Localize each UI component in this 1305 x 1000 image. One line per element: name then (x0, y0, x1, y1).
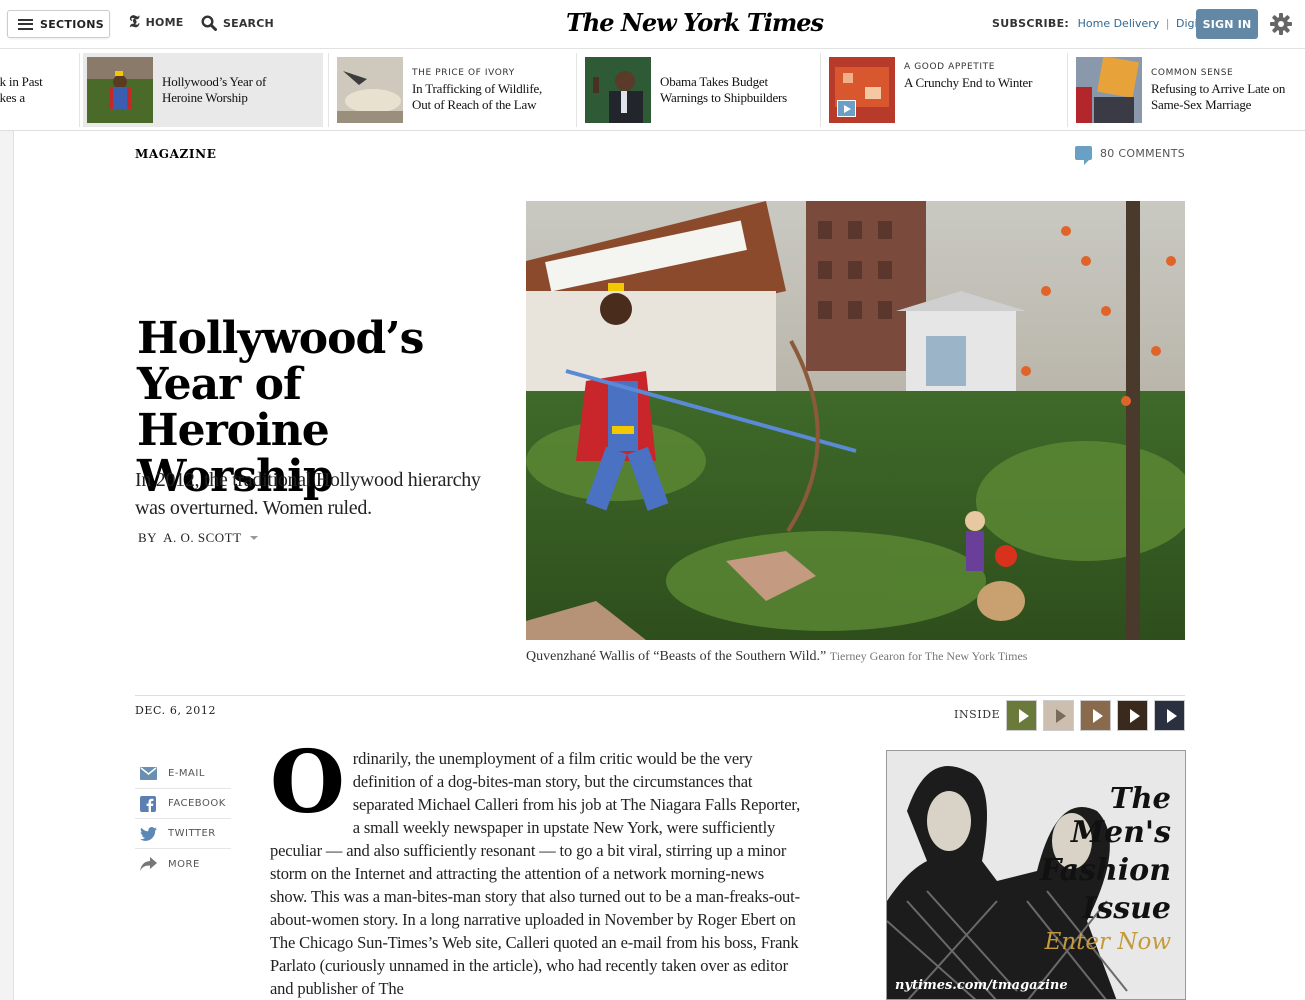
ribbon-divider (79, 53, 80, 127)
home-label: HOME (145, 16, 184, 29)
chevron-down-icon[interactable] (249, 536, 258, 540)
ribbon-item-active[interactable]: Hollywood’s Year of Heroine Worship (83, 53, 323, 127)
article-body: Ordinarily, the unemployment of a film c… (270, 732, 805, 1000)
ribbon-thumbnail (87, 57, 153, 123)
play-icon (1019, 709, 1029, 723)
share-facebook-label: FACEBOOK (168, 798, 226, 809)
ribbon-thumbnail (829, 57, 895, 123)
ad-line-1: The (1109, 781, 1171, 815)
ribbon-kicker: COMMON SENSE (1151, 67, 1234, 78)
share-tools: E-MAIL FACEBOOK TWITTER MORE (135, 759, 231, 879)
gear-icon[interactable] (1268, 11, 1294, 37)
sections-button[interactable]: SECTIONS (7, 10, 110, 38)
ribbon-thumbnail (1076, 57, 1142, 123)
byline-prefix: BY (138, 530, 158, 545)
ribbon-title: In Trafficking of Wildlife, Out of Reach… (412, 80, 543, 112)
search-icon (201, 15, 217, 31)
ribbon-text: COMMON SENSE Refusing to Arrive Late on … (1151, 68, 1301, 113)
inside-thumbnail[interactable] (1080, 700, 1111, 731)
share-facebook[interactable]: FACEBOOK (135, 789, 231, 819)
left-rail (0, 0, 14, 1000)
nyt-logo[interactable]: The New York Times (566, 8, 824, 37)
twitter-icon (139, 826, 157, 842)
ribbon-title: Hollywood’s Year of Heroine Worship (162, 74, 267, 105)
share-arrow-icon (139, 856, 157, 872)
ribbon-kicker: THE PRICE OF IVORY (412, 67, 515, 78)
section-kicker[interactable]: MAGAZINE (135, 147, 216, 161)
envelope-icon (139, 766, 157, 782)
ad-line-3: Fashion (1039, 853, 1171, 888)
inside-thumbnail[interactable] (1006, 700, 1037, 731)
inside-label: INSIDE (954, 708, 1001, 721)
play-icon (1167, 709, 1177, 723)
sign-in-button[interactable]: SIGN IN (1196, 9, 1258, 39)
share-twitter-label: TWITTER (168, 828, 216, 839)
share-more-label: MORE (168, 858, 200, 870)
story-ribbon: ak in Past akes a Hollywood’s Year of He… (0, 49, 1305, 131)
comments-link[interactable]: 80 COMMENTS (1075, 146, 1185, 165)
ribbon-divider (820, 53, 821, 127)
ribbon-divider (328, 53, 329, 127)
subscribe-label: SUBSCRIBE: (992, 17, 1070, 30)
ribbon-title: ak in Past akes a (0, 74, 43, 105)
inside-thumbnail[interactable] (1154, 700, 1185, 731)
ad-line-2: Men's (1070, 815, 1171, 850)
ribbon-item[interactable]: THE PRICE OF IVORY In Trafficking of Wil… (333, 53, 573, 127)
inside-thumbnail[interactable] (1117, 700, 1148, 731)
sections-label: SECTIONS (40, 17, 104, 31)
comments-count: 80 COMMENTS (1100, 146, 1185, 160)
subscribe-divider: | (1165, 17, 1170, 30)
ribbon-title: A Crunchy End to Winter (904, 74, 1033, 90)
byline-author[interactable]: A. O. SCOTT (163, 530, 241, 546)
home-delivery-link[interactable]: Home Delivery (1078, 17, 1160, 30)
play-icon (1056, 709, 1066, 723)
ribbon-title: Refusing to Arrive Late on Same-Sex Marr… (1151, 80, 1286, 112)
ribbon-item[interactable]: ak in Past akes a (0, 53, 78, 127)
photo-caption: Quvenzhané Wallis of “Beasts of the Sout… (526, 649, 1027, 665)
ad-banner[interactable]: The Men's Fashion Issue Enter Now nytime… (886, 750, 1186, 1000)
ad-url: nytimes.com/tmagazine (895, 978, 1068, 993)
byline: BY A. O. SCOTT (138, 530, 258, 546)
caption-text: Quvenzhané Wallis of “Beasts of the Sout… (526, 649, 827, 664)
facebook-icon (139, 795, 157, 812)
share-email-label: E-MAIL (168, 768, 205, 779)
ribbon-kicker: A GOOD APPETITE (904, 61, 995, 72)
ribbon-divider (1067, 53, 1068, 127)
ribbon-text: THE PRICE OF IVORY In Trafficking of Wil… (412, 68, 562, 113)
divider (135, 695, 1185, 696)
photo-credit: Tierney Gearon for The New York Times (829, 649, 1028, 663)
search-label: SEARCH (223, 16, 274, 30)
share-more[interactable]: MORE (135, 849, 231, 879)
nyt-t-icon: 𝕿 (129, 12, 140, 32)
drop-cap: O (270, 732, 345, 833)
video-play-icon (837, 100, 856, 117)
play-icon (1093, 709, 1103, 723)
search-link[interactable]: SEARCH (201, 15, 274, 31)
body-paragraph: rdinarily, the unemployment of a film cr… (270, 749, 801, 998)
ribbon-item[interactable]: Obama Takes Budget Warnings to Shipbuild… (581, 53, 816, 127)
share-twitter[interactable]: TWITTER (135, 819, 231, 849)
ribbon-thumbnail (585, 57, 651, 123)
ribbon-divider (576, 53, 577, 127)
top-bar: SECTIONS 𝕿 HOME SEARCH The New York Time… (0, 0, 1305, 49)
ribbon-thumbnail (337, 57, 403, 123)
article-date: DEC. 6, 2012 (135, 704, 217, 717)
menu-icon (18, 18, 33, 30)
ribbon-item[interactable]: A GOOD APPETITE A Crunchy End to Winter (825, 53, 1065, 127)
ribbon-item[interactable]: COMMON SENSE Refusing to Arrive Late on … (1072, 53, 1305, 127)
play-icon (1130, 709, 1140, 723)
comment-bubble-icon (1075, 146, 1092, 165)
ad-cta[interactable]: Enter Now (1045, 929, 1171, 955)
ribbon-text: A GOOD APPETITE A Crunchy End to Winter (904, 62, 1054, 91)
article-summary: In 2012, the traditional Hollywood hiera… (135, 469, 481, 519)
home-link[interactable]: 𝕿 HOME (129, 12, 184, 32)
share-email[interactable]: E-MAIL (135, 759, 231, 789)
inside-thumbnail[interactable] (1043, 700, 1074, 731)
subscribe-links: SUBSCRIBE: Home Delivery | Digital (992, 17, 1212, 30)
ribbon-title: Obama Takes Budget Warnings to Shipbuild… (660, 74, 788, 105)
ad-line-4: Issue (1082, 891, 1171, 926)
lead-photo (526, 201, 1185, 640)
